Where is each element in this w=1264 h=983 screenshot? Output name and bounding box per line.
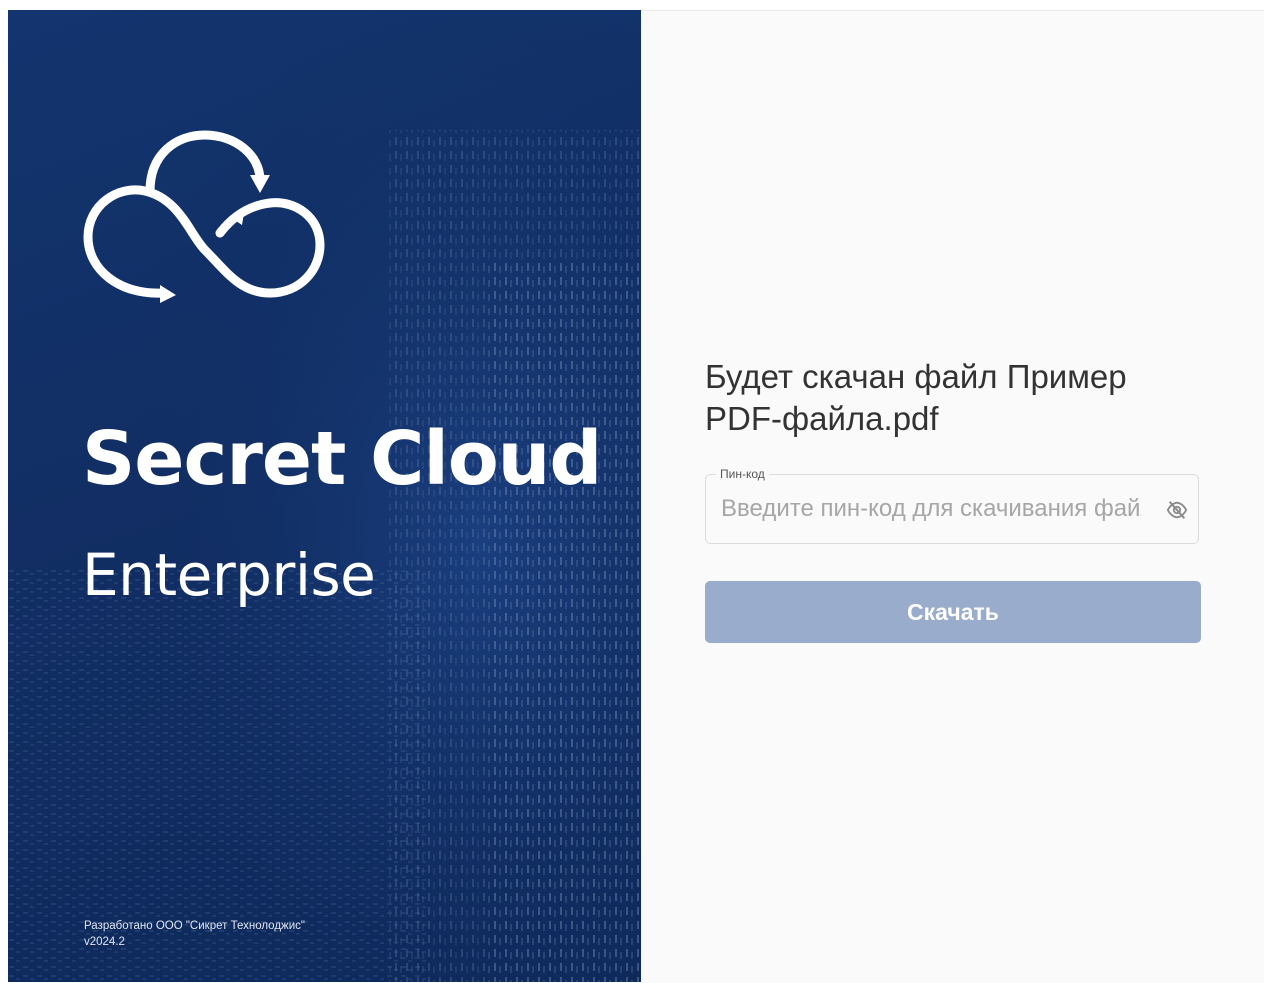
hero-panel: Secret Cloud Enterprise Разработано ООО … bbox=[8, 10, 641, 982]
cloud-infinity-logo bbox=[83, 130, 325, 303]
brand-subtitle: Enterprise bbox=[82, 541, 376, 609]
download-message: Будет скачан файл Пример PDF-файла.pdf bbox=[705, 358, 1127, 437]
eye-off-icon[interactable] bbox=[1164, 497, 1190, 523]
footer: Разработано ООО "Сикрет Технолоджис" v20… bbox=[84, 918, 305, 950]
download-button[interactable]: Скачать bbox=[705, 581, 1201, 643]
pin-code-field: Пин-код bbox=[705, 466, 1199, 544]
page: Secret Cloud Enterprise Разработано ООО … bbox=[0, 0, 1264, 983]
pin-code-input[interactable] bbox=[721, 490, 1141, 528]
app-version: v2024.2 bbox=[84, 936, 125, 948]
pin-code-label: Пин-код bbox=[716, 466, 769, 482]
developer-credit: Разработано ООО "Сикрет Технолоджис" bbox=[84, 920, 305, 932]
brand-title: Secret Cloud bbox=[82, 416, 602, 502]
